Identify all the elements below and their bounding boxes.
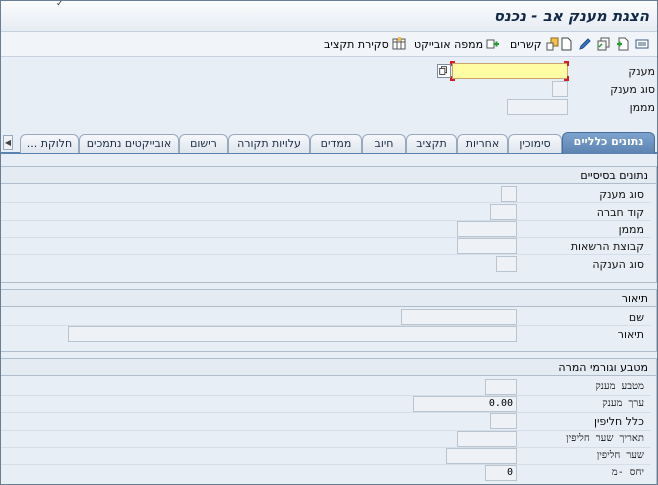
sap-window: ✓ הצגת מענק אב - נכנס קשרים ממפה אובייקט… — [0, 0, 658, 485]
tab-posting[interactable]: רישום — [179, 134, 228, 153]
tab-budget[interactable]: תקציב — [406, 134, 457, 153]
name-label: שם — [628, 311, 644, 324]
new-document-icon — [616, 37, 630, 51]
create-button[interactable] — [616, 35, 630, 53]
grant-value-field: 0.00 — [413, 396, 517, 412]
header-fields: מענק סוג מענק מממן — [1, 58, 657, 131]
budget-table-icon — [392, 37, 406, 51]
display-button[interactable] — [559, 35, 573, 53]
exchange-date-field — [457, 431, 517, 447]
description-group: תיאור שם תיאור — [1, 289, 657, 352]
object-map-button[interactable]: ממפה אובייקט — [414, 35, 500, 53]
award-type-label: סוג הענקה — [592, 258, 644, 271]
auth-group-field — [457, 238, 517, 254]
grant-value-label: ערך מענק — [602, 398, 644, 409]
sponsor-label: מממן — [629, 101, 655, 114]
name-field — [401, 309, 517, 325]
grant-input[interactable] — [452, 63, 568, 79]
auth-group-label: קבוצת הרשאות — [570, 240, 644, 253]
description-title-bar: תיאור — [1, 290, 656, 307]
description-field — [68, 326, 517, 342]
tab-overhead-costs[interactable]: עלויות תקורה — [228, 134, 310, 153]
grant-label: מענק — [628, 65, 655, 78]
basic-sponsor-field — [457, 221, 517, 237]
exchange-rate-label: שער חליפין — [596, 450, 644, 461]
basic-grant-type-label: סוג מענק — [599, 188, 644, 201]
currency-group: מטבע וגורמי המרה מטבע מענק ערך מענק 0.00… — [1, 358, 657, 484]
exchange-rule-label: כלל חליפין — [593, 415, 644, 428]
grant-currency-label: מטבע מענק — [595, 381, 644, 392]
object-map-label: ממפה אובייקט — [414, 37, 484, 51]
budget-overview-button[interactable]: סקירת תקציב — [324, 35, 406, 53]
tab-dimensions[interactable]: ממדים — [310, 134, 362, 153]
copy-icon — [439, 66, 447, 75]
currency-title: מטבע וגורמי המרה — [558, 361, 648, 374]
title-bar: ✓ הצגת מענק אב - נכנס — [1, 0, 657, 32]
company-code-field — [490, 204, 517, 220]
ratio-field: 0 — [485, 465, 517, 481]
relations-button[interactable]: קשרים — [510, 35, 559, 53]
exchange-rate-field — [446, 448, 517, 464]
tab-sponsored-objects[interactable]: אובייקטים נתמכים — [79, 134, 179, 153]
grant-type-label: סוג מענק — [610, 83, 655, 96]
exchange-rule-field — [490, 413, 517, 429]
focus-corner — [564, 61, 569, 66]
relations-label: קשרים — [510, 37, 542, 51]
tab-general-data[interactable]: נתונים כלליים — [562, 132, 655, 154]
sponsor-field — [507, 99, 568, 115]
value-help-button[interactable] — [437, 64, 451, 78]
tab-scroll-left-button[interactable]: ◀ — [3, 135, 13, 150]
budget-overview-label: סקירת תקציב — [324, 37, 389, 51]
tab-references[interactable]: סימוכין — [508, 134, 562, 153]
basic-data-title: נתונים בסיסיים — [580, 169, 648, 182]
display-toggle-button[interactable] — [635, 35, 649, 53]
window-title: הצגת מענק אב - נכנס — [493, 7, 649, 25]
grant-currency-field — [485, 379, 517, 395]
tab-responsibility[interactable]: אחריות — [457, 134, 508, 153]
copy-button[interactable] — [597, 35, 611, 53]
application-toolbar: קשרים ממפה אובייקט סקירת תקציב — [1, 32, 657, 57]
award-type-field — [496, 256, 517, 272]
exchange-date-label: תאריך שער חליפין — [566, 433, 644, 444]
display-toggle-icon — [635, 37, 649, 51]
description-title: תיאור — [621, 292, 648, 305]
tab-strip: ◀ נתונים כלליים סימוכין אחריות תקציב חיו… — [1, 132, 657, 154]
grant-type-field — [552, 81, 568, 97]
basic-data-group: נתונים בסיסיים סוג מענק קוד חברה מממן קב… — [1, 166, 657, 283]
ratio-label: יחס -מ — [611, 467, 644, 478]
basic-grant-type-field — [501, 186, 517, 202]
tab-distribution[interactable]: חלוקת ... — [20, 134, 79, 153]
relations-icon — [545, 37, 559, 51]
blank-document-icon — [559, 37, 573, 51]
copy-document-icon — [597, 37, 611, 51]
description-label: תיאור — [617, 328, 644, 341]
basic-data-title-bar: נתונים בסיסיים — [1, 167, 656, 184]
object-map-icon — [486, 37, 500, 51]
basic-sponsor-label: מממן — [618, 223, 644, 236]
edit-button[interactable] — [578, 35, 592, 53]
tab-billing[interactable]: חיוב — [362, 134, 406, 153]
pencil-icon — [578, 37, 592, 51]
company-code-label: קוד חברה — [596, 206, 644, 219]
check-mark-glyph: ✓ — [56, 0, 64, 9]
currency-title-bar: מטבע וגורמי המרה — [1, 359, 656, 376]
